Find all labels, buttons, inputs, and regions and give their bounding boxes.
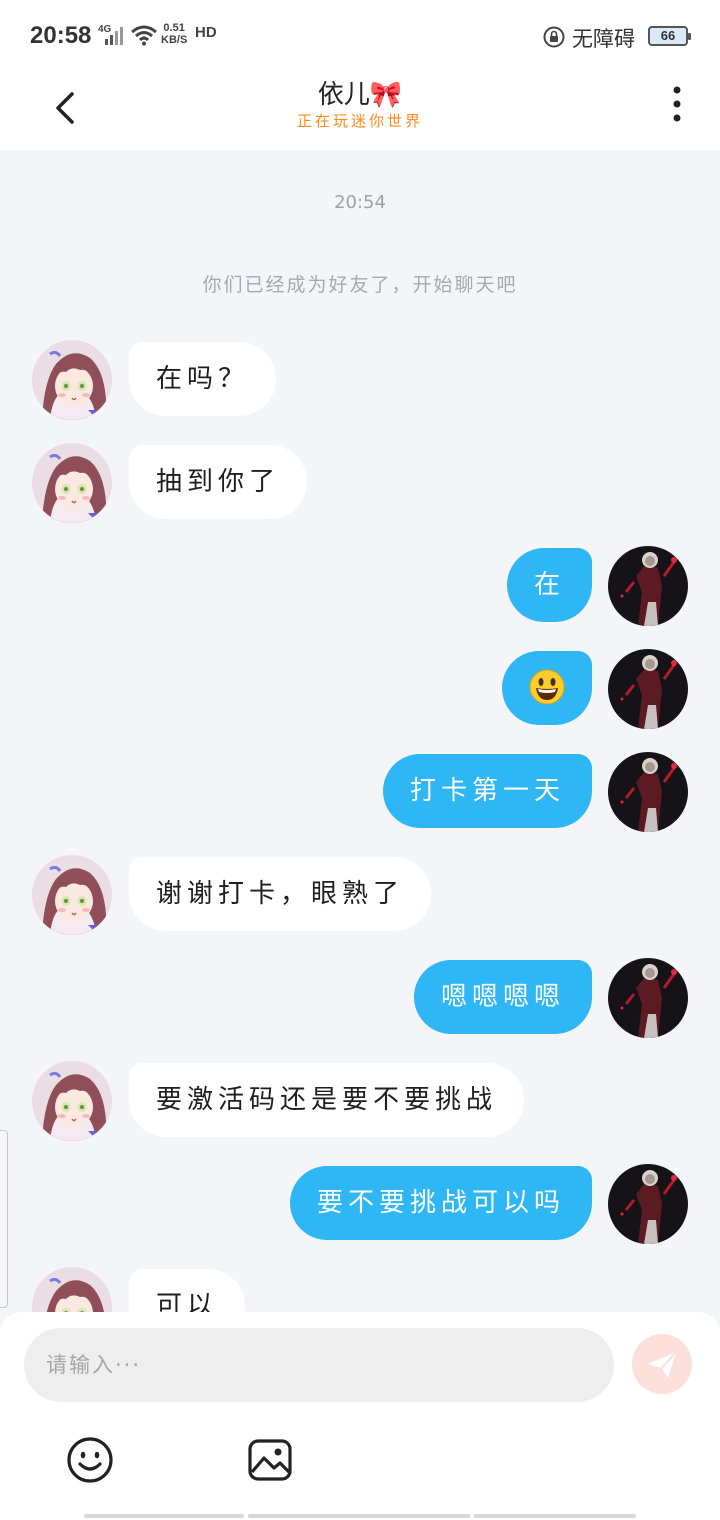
outgoing-message[interactable]: 嗯嗯嗯嗯 bbox=[413, 960, 592, 1034]
my-avatar[interactable] bbox=[608, 958, 688, 1038]
outgoing-message[interactable]: 打卡第一天 bbox=[382, 754, 592, 828]
my-avatar[interactable] bbox=[608, 1164, 688, 1244]
incoming-message[interactable]: 要激活码还是要不要挑战 bbox=[129, 1063, 525, 1137]
incoming-message[interactable]: 抽到你了 bbox=[129, 445, 308, 519]
wifi-icon bbox=[131, 25, 157, 46]
message-row: 打卡第一天 bbox=[0, 752, 720, 832]
nav-segment bbox=[474, 1514, 636, 1518]
status-bar: 20:58 4G 0.51 KB/S HD 无障碍 66 bbox=[0, 0, 720, 72]
message-row: 可以 bbox=[0, 1267, 720, 1312]
message-row bbox=[0, 649, 720, 729]
status-time: 20:58 bbox=[30, 22, 92, 49]
message-row: 要激活码还是要不要挑战 bbox=[0, 1061, 720, 1141]
system-notice: 你们已经成为好友了，开始聊天吧 bbox=[202, 274, 518, 296]
contact-avatar[interactable] bbox=[32, 1267, 112, 1312]
network-speed: 0.51 KB/S bbox=[161, 22, 187, 46]
message-row: 在 bbox=[0, 546, 720, 626]
nav-segment bbox=[84, 1514, 244, 1518]
message-row: 嗯嗯嗯嗯 bbox=[0, 958, 720, 1038]
accessibility-label: 无障碍 bbox=[572, 27, 635, 51]
outgoing-message[interactable]: 在 bbox=[506, 548, 592, 622]
message-input[interactable] bbox=[24, 1328, 614, 1402]
paper-plane-icon bbox=[648, 1351, 677, 1378]
message-list[interactable]: 20:54 你们已经成为好友了，开始聊天吧 在吗？ 抽到你了 在 打卡第一天 谢… bbox=[0, 150, 720, 1312]
navigation-bar bbox=[84, 1514, 636, 1520]
message-row: 抽到你了 bbox=[0, 443, 720, 523]
my-avatar[interactable] bbox=[608, 649, 688, 729]
message-row: 谢谢打卡，眼熟了 bbox=[0, 855, 720, 935]
speed-value: 0.51 bbox=[163, 22, 185, 34]
message-row: 在吗？ bbox=[0, 340, 720, 420]
my-avatar[interactable] bbox=[608, 752, 688, 832]
image-button[interactable] bbox=[246, 1436, 294, 1484]
hd-indicator: HD bbox=[195, 24, 217, 41]
outgoing-message[interactable]: 要不要挑战可以吗 bbox=[289, 1166, 592, 1240]
emoji-button[interactable] bbox=[66, 1436, 114, 1484]
contact-status: 正在玩迷你世界 bbox=[296, 112, 423, 130]
grinning-face-icon bbox=[529, 669, 565, 704]
battery-level: 66 bbox=[660, 28, 676, 43]
my-avatar[interactable] bbox=[608, 546, 688, 626]
send-button[interactable] bbox=[632, 1334, 692, 1394]
contact-avatar[interactable] bbox=[32, 855, 112, 935]
signal-icon bbox=[105, 27, 123, 45]
battery-icon: 66 bbox=[648, 26, 691, 46]
contact-avatar[interactable] bbox=[32, 340, 112, 420]
incoming-message[interactable]: 在吗？ bbox=[129, 342, 277, 416]
contact-avatar[interactable] bbox=[32, 443, 112, 523]
chat-timestamp: 20:54 bbox=[334, 192, 386, 213]
nav-segment bbox=[248, 1514, 470, 1518]
contact-avatar[interactable] bbox=[32, 1061, 112, 1141]
outgoing-emoji-message[interactable] bbox=[502, 651, 592, 725]
composer-panel bbox=[0, 1312, 720, 1520]
incoming-message[interactable]: 谢谢打卡，眼熟了 bbox=[129, 857, 432, 931]
chat-header: 依儿🎀 正在玩迷你世界 bbox=[0, 72, 720, 150]
contact-name: 依儿🎀 bbox=[317, 80, 403, 110]
incoming-message[interactable]: 可以 bbox=[129, 1269, 246, 1312]
speed-unit: KB/S bbox=[161, 34, 188, 46]
lock-icon bbox=[543, 26, 565, 48]
more-vertical-icon[interactable] bbox=[660, 82, 694, 126]
message-row: 要不要挑战可以吗 bbox=[0, 1164, 720, 1244]
side-scroll-handle[interactable] bbox=[0, 1130, 8, 1308]
